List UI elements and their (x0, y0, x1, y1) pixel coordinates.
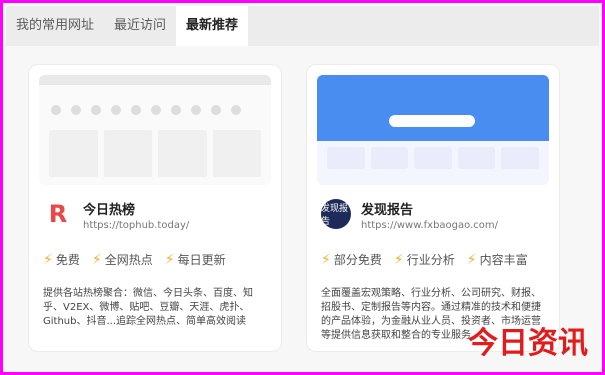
site-screenshot (317, 75, 549, 185)
tag: ⚡ 内容丰富 (467, 251, 528, 268)
shot-card (327, 147, 365, 169)
tab-my-favorites[interactable]: 我的常用网址 (6, 6, 104, 46)
tag-label: 免费 (55, 253, 80, 267)
shot-icon (131, 105, 141, 115)
shot-card (501, 147, 539, 169)
shot-column (158, 130, 207, 177)
shot-icon (111, 105, 121, 115)
site-description: 提供各站热榜聚合：微信、今日头条、百度、知乎、V2EX、微博、贴吧、豆瓣、天涯、… (43, 288, 253, 327)
bolt-icon: ⚡ (164, 251, 175, 268)
bolt-icon: ⚡ (466, 251, 477, 268)
fxbaogao-logo-icon: 发现报告 (321, 199, 351, 229)
tag-label: 部分免费 (333, 253, 382, 267)
tag: ⚡ 免费 (43, 251, 80, 268)
shot-card (457, 147, 496, 169)
bolt-icon: ⚡ (43, 251, 53, 268)
app-frame: 我的常用网址 最近访问 最新推荐 R 今日热榜 https://tophub.t… (0, 0, 605, 375)
tab-recent-visits[interactable]: 最近访问 (104, 6, 176, 46)
shot-hero (317, 75, 549, 141)
shot-icon (231, 105, 241, 115)
tab-bar: 我的常用网址 最近访问 最新推荐 (6, 6, 599, 46)
bolt-icon: ⚡ (393, 251, 404, 268)
site-tags: ⚡ 免费 ⚡ 全网热点 ⚡ 每日更新 (43, 251, 226, 268)
shot-column (49, 130, 98, 177)
tag-label: 内容丰富 (479, 253, 528, 267)
r-logo-icon: R (48, 200, 68, 228)
site-tags: ⚡ 部分免费 ⚡ 行业分析 ⚡ 内容丰富 (321, 251, 528, 268)
bolt-icon: ⚡ (321, 251, 331, 268)
shot-topbar (39, 75, 271, 85)
shot-column (212, 130, 261, 177)
tab-latest-recommend[interactable]: 最新推荐 (176, 6, 249, 46)
site-screenshot (39, 75, 271, 185)
site-name[interactable]: 发现报告 (361, 199, 413, 218)
shot-icon (151, 105, 161, 115)
site-url[interactable]: https://www.fxbaogao.com/ (361, 220, 498, 231)
shot-icon (171, 105, 181, 115)
shot-icon (191, 105, 201, 115)
watermark: 今日资讯 (468, 326, 588, 361)
tag: ⚡ 部分免费 (321, 251, 382, 268)
shot-search (389, 115, 475, 127)
shot-icon (51, 105, 61, 115)
bolt-icon: ⚡ (91, 251, 102, 268)
shot-icon (91, 105, 101, 115)
shot-column (103, 130, 152, 177)
tag-label: 每日更新 (177, 253, 226, 267)
site-card-tophub[interactable]: R 今日热榜 https://tophub.today/ ⚡ 免费 ⚡ 全网热点 ⚡… (28, 64, 282, 352)
site-card-fxbaogao[interactable]: 发现报告 发现报告 https://www.fxbaogao.com/ ⚡ 部分免… (306, 64, 560, 352)
shot-icon (71, 105, 81, 115)
site-url[interactable]: https://tophub.today/ (83, 220, 189, 231)
tag: ⚡ 全网热点 (92, 251, 153, 268)
shot-cards (327, 147, 539, 169)
tag: ⚡ 每日更新 (165, 251, 226, 268)
site-name[interactable]: 今日热榜 (83, 199, 135, 218)
tag-label: 全网热点 (104, 253, 153, 267)
shot-icon (211, 105, 221, 115)
tag-label: 行业分析 (406, 253, 455, 267)
tag: ⚡ 行业分析 (394, 251, 455, 268)
shot-card (414, 147, 452, 169)
shot-card (370, 147, 409, 169)
shot-icon-row (51, 105, 241, 115)
shot-columns (49, 130, 261, 177)
